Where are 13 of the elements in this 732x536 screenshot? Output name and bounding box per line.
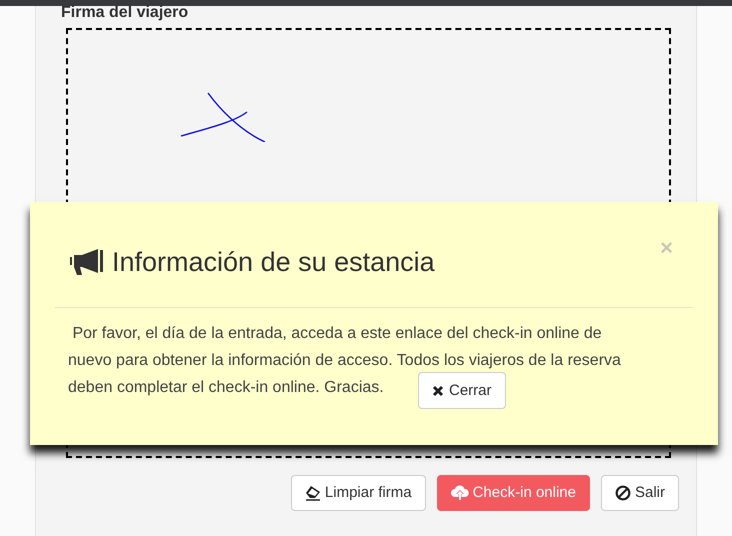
dialog-message-line: Por favor, el día de la entrada, acceda a este enlace del check-in online de <box>71 324 602 344</box>
dialog-title: Información de su estancia <box>112 246 435 279</box>
megaphone-icon <box>70 249 104 276</box>
cloud-upload-icon <box>450 485 469 501</box>
clear-signature-button[interactable]: Limpiar firma <box>290 475 426 511</box>
field-label: Firma del viajero <box>61 3 190 23</box>
dialog-message-line: nuevo para obtener la información de acceso. Todos los viajeros de la reserva <box>68 350 621 370</box>
close-icon <box>432 384 444 396</box>
close-dialog-button[interactable]: Cerrar <box>418 372 506 409</box>
ban-icon <box>614 485 631 501</box>
eraser-icon <box>304 485 321 501</box>
dialog-message-line: deben completar el check-in online. Gracias. <box>68 378 384 398</box>
exit-button[interactable]: Salir <box>600 475 679 511</box>
